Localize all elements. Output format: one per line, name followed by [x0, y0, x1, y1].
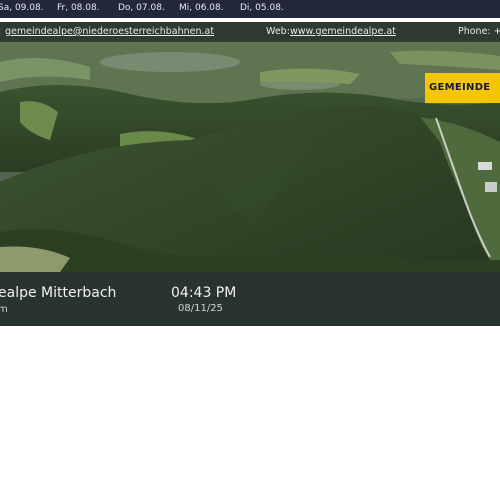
date-tab-2[interactable]: Fr, 08.08. — [57, 3, 100, 13]
gemeindealpe-logo: GEMEINDE — [425, 73, 500, 103]
web-label: Web: — [266, 26, 290, 37]
capture-time: 04:43 PM — [171, 285, 237, 301]
date-tab-1[interactable]: Sa, 09.08. — [0, 3, 44, 13]
website-link[interactable]: www.gemeindealpe.at — [290, 26, 396, 37]
location-elevation: m — [0, 304, 8, 315]
email-link[interactable]: gemeindealpe@niederoesterreichbahnen.at — [5, 26, 214, 37]
capture-date: 08/11/25 — [178, 303, 223, 314]
email-prefix: : — [0, 26, 1, 37]
date-selector-bar: Sa, 09.08. Fr, 08.08. Do, 07.08. Mi, 06.… — [0, 0, 500, 18]
location-name: ealpe Mitterbach — [0, 285, 117, 301]
contact-info-bar: : gemeindealpe@niederoesterreichbahnen.a… — [0, 22, 500, 42]
logo-text: GEMEINDE — [429, 82, 491, 93]
date-tab-5[interactable]: Di, 05.08. — [240, 3, 284, 13]
webcam-caption-overlay: ealpe Mitterbach m 04:43 PM 08/11/25 — [0, 272, 500, 326]
date-tab-3[interactable]: Do, 07.08. — [118, 3, 165, 13]
webcam-frame: Sa, 09.08. Fr, 08.08. Do, 07.08. Mi, 06.… — [0, 0, 500, 326]
date-tab-4[interactable]: Mi, 06.08. — [179, 3, 224, 13]
phone-label: Phone: +4 — [458, 26, 500, 37]
